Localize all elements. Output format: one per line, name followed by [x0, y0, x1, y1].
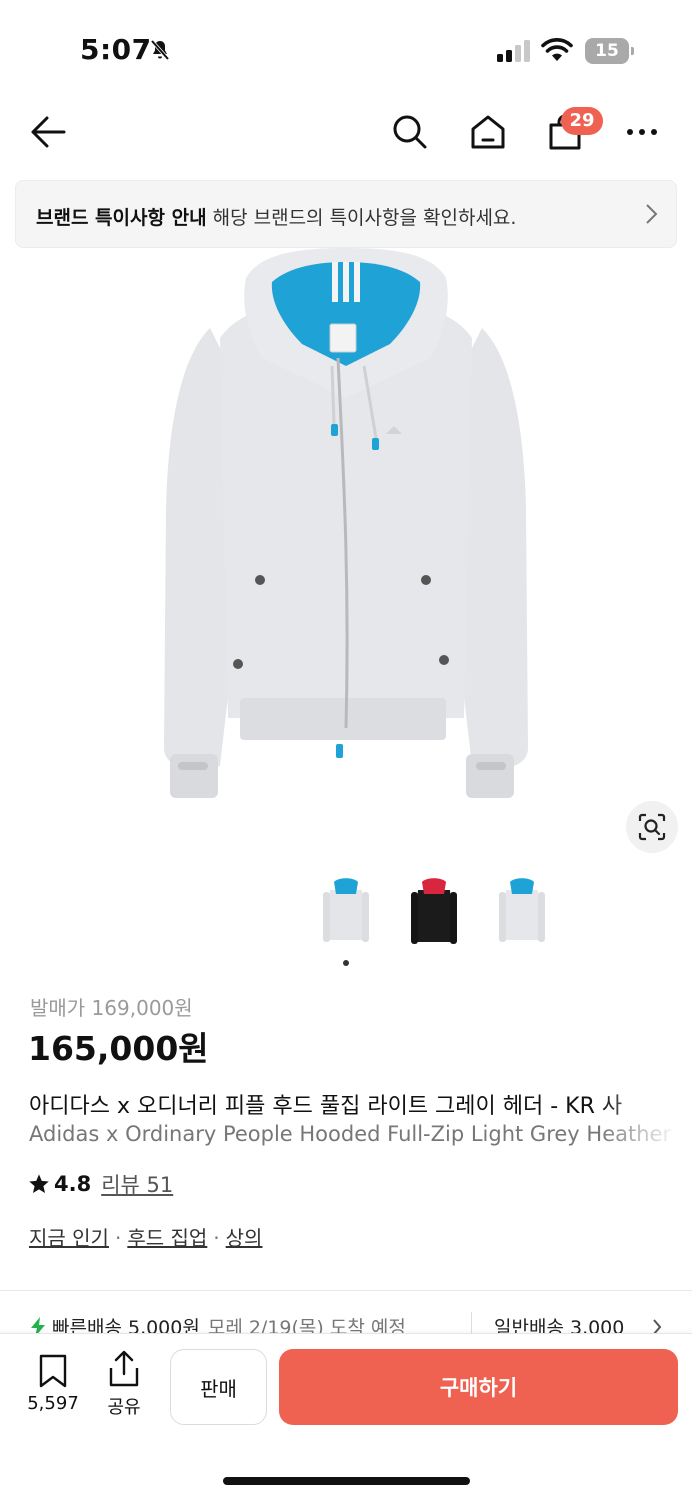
title-fade-overlay	[600, 1080, 692, 1160]
back-arrow-icon	[31, 116, 66, 148]
home-icon	[471, 115, 505, 149]
share-label: 공유	[107, 1397, 141, 1418]
thumbnail-2[interactable]	[408, 876, 460, 952]
thumbnail-3[interactable]	[496, 876, 548, 952]
category-links: 지금 인기 · 후드 집업 · 상의	[29, 1222, 262, 1251]
brand-notice-banner[interactable]: 브랜드 특이사항 안내 해당 브랜드의 특이사항을 확인하세요.	[15, 180, 677, 248]
home-button[interactable]	[464, 108, 512, 156]
wifi-icon	[541, 38, 573, 61]
sale-price: 165,000원	[28, 1029, 209, 1068]
status-time: 5:07	[80, 33, 152, 66]
back-button[interactable]	[24, 108, 72, 156]
more-icon	[627, 129, 657, 135]
brand-notice-title: 브랜드 특이사항 안내	[36, 207, 207, 229]
rating-value: 4.8	[54, 1172, 92, 1196]
rating-row: 4.8 리뷰 51	[28, 1169, 173, 1199]
product-title-english: Adidas x Ordinary People Hooded Full-Zip…	[29, 1122, 672, 1146]
category-separator: ·	[114, 1226, 122, 1250]
category-link-popular[interactable]: 지금 인기	[29, 1226, 109, 1250]
share-icon[interactable]	[107, 1350, 141, 1388]
search-icon	[393, 115, 427, 149]
bookmark-count: 5,597	[27, 1393, 79, 1414]
cellular-signal-icon	[497, 40, 530, 62]
section-divider	[0, 1290, 692, 1291]
bell-off-icon	[150, 39, 170, 61]
battery-level: 15	[585, 38, 629, 64]
category-separator: ·	[213, 1226, 220, 1250]
sell-button[interactable]: 판매	[170, 1349, 267, 1425]
brand-notice-text: 브랜드 특이사항 안내 해당 브랜드의 특이사항을 확인하세요.	[36, 203, 516, 230]
thumbnail-1[interactable]	[320, 876, 372, 952]
more-button[interactable]	[618, 108, 666, 156]
search-button[interactable]	[386, 108, 434, 156]
chevron-right-icon	[646, 204, 658, 224]
cart-count-badge: 29	[561, 107, 603, 135]
bottom-bar-border	[0, 1333, 692, 1334]
brand-notice-message: 해당 브랜드의 특이사항을 확인하세요.	[212, 207, 517, 229]
retail-price: 발매가 169,000원	[30, 996, 193, 1020]
lens-search-icon	[638, 813, 666, 841]
category-link-tops[interactable]: 상의	[226, 1226, 263, 1250]
image-search-button[interactable]	[626, 801, 678, 853]
bookmark-icon[interactable]	[37, 1353, 69, 1389]
battery-indicator: 15	[585, 38, 635, 64]
review-link[interactable]: 리뷰 51	[101, 1169, 173, 1199]
product-image[interactable]	[150, 248, 542, 808]
product-title-korean: 아디다스 x 오디너리 피플 후드 풀집 라이트 그레이 헤더 - KR 사	[29, 1094, 623, 1119]
category-link-hood-zipup[interactable]: 후드 집업	[127, 1226, 207, 1250]
carousel-indicator	[343, 960, 349, 966]
home-indicator	[223, 1477, 470, 1485]
star-icon	[29, 1174, 49, 1193]
buy-button[interactable]: 구매하기	[279, 1349, 678, 1425]
